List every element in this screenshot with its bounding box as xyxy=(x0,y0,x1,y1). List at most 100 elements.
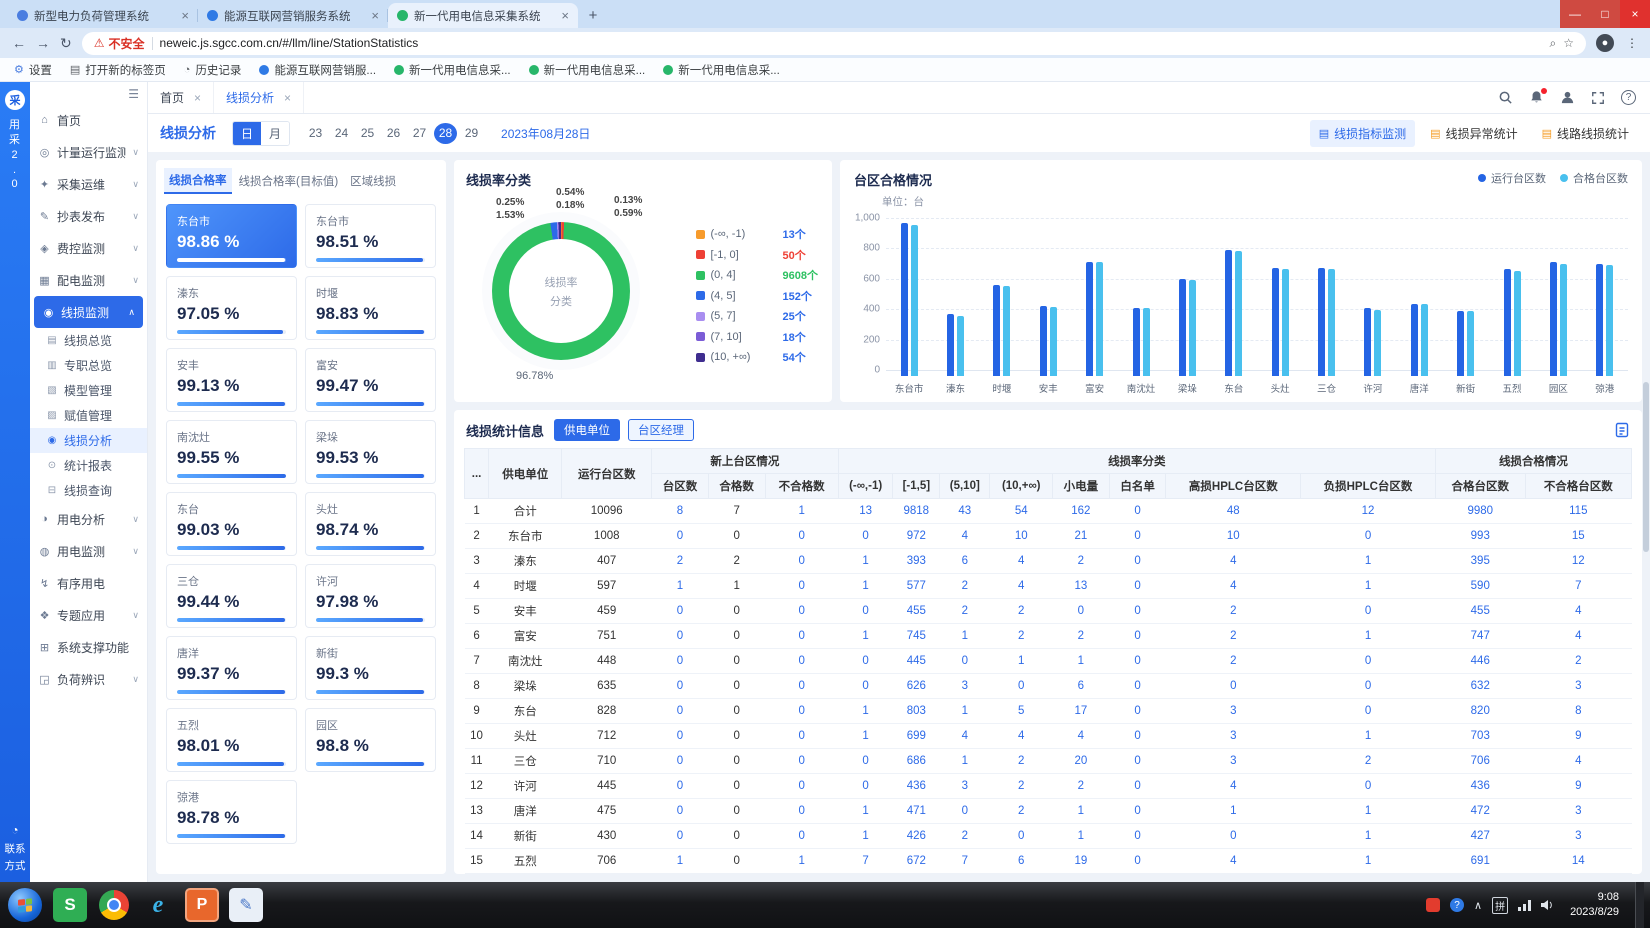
value-cell[interactable]: 2 xyxy=(990,799,1053,824)
value-cell[interactable]: 0 xyxy=(652,624,709,649)
sidebar-item[interactable]: ⌂首页 xyxy=(30,104,147,136)
value-cell[interactable]: 4 xyxy=(990,574,1053,599)
value-cell[interactable]: 993 xyxy=(1435,524,1525,549)
value-cell[interactable]: 4 xyxy=(990,549,1053,574)
value-cell[interactable]: 972 xyxy=(893,524,940,549)
value-cell[interactable]: 393 xyxy=(893,549,940,574)
value-cell[interactable]: 0 xyxy=(1109,874,1166,875)
value-cell[interactable]: 2 xyxy=(1166,649,1301,674)
value-cell[interactable]: 0 xyxy=(1166,674,1301,699)
value-cell[interactable]: 0 xyxy=(652,649,709,674)
date-option[interactable]: 28 xyxy=(434,123,457,144)
close-button[interactable]: × xyxy=(1620,0,1650,28)
value-cell[interactable]: 0 xyxy=(990,824,1053,849)
value-cell[interactable]: 4 xyxy=(1053,724,1110,749)
region-rate-card[interactable]: 时堰98.83 % xyxy=(305,276,436,340)
toolbar-stat-tab[interactable]: ▤线损异常统计 xyxy=(1421,120,1526,147)
value-cell[interactable]: 1 xyxy=(1301,824,1436,849)
sidebar-subitem[interactable]: ▤线损总览 xyxy=(30,328,147,353)
value-cell[interactable]: 455 xyxy=(893,599,940,624)
export-icon[interactable] xyxy=(1614,422,1630,438)
value-cell[interactable]: 9980 xyxy=(1435,499,1525,524)
date-option[interactable]: 29 xyxy=(460,123,483,144)
value-cell[interactable]: 4 xyxy=(990,724,1053,749)
value-cell[interactable]: 9 xyxy=(1525,724,1631,749)
value-cell[interactable]: 115 xyxy=(1525,499,1631,524)
browser-tab[interactable]: 能源互联网营销服务系统× xyxy=(198,3,388,28)
bar-group[interactable] xyxy=(1582,264,1628,376)
region-rate-card[interactable]: 唐洋99.37 % xyxy=(166,636,297,700)
value-cell[interactable]: 472 xyxy=(1435,799,1525,824)
value-cell[interactable]: 1 xyxy=(765,849,838,874)
value-cell[interactable]: 436 xyxy=(1435,774,1525,799)
value-cell[interactable]: 1 xyxy=(1301,799,1436,824)
tab-close-icon[interactable]: × xyxy=(371,8,379,23)
forward-icon[interactable]: → xyxy=(36,35,50,51)
value-cell[interactable]: 2 xyxy=(1053,624,1110,649)
date-option[interactable]: 23 xyxy=(304,123,327,144)
bar-group[interactable] xyxy=(1211,250,1257,376)
region-panel-tab[interactable]: 线损合格率(目标值) xyxy=(234,169,344,193)
legend-item[interactable]: (4, 5]152个 xyxy=(696,288,818,304)
value-cell[interactable]: 13 xyxy=(1053,574,1110,599)
bar-group[interactable] xyxy=(1257,268,1303,376)
value-cell[interactable]: 0 xyxy=(765,699,838,724)
value-cell[interactable]: 4 xyxy=(1166,574,1301,599)
taskbar-wps-icon[interactable]: S xyxy=(53,888,87,922)
taskbar-clock[interactable]: 9:08 2023/8/29 xyxy=(1564,890,1625,920)
value-cell[interactable]: 0 xyxy=(1109,799,1166,824)
sidebar-subitem[interactable]: ◉线损分析 xyxy=(30,428,147,453)
value-cell[interactable]: 1 xyxy=(652,574,709,599)
sidebar-subitem[interactable]: ▧模型管理 xyxy=(30,378,147,403)
value-cell[interactable]: 0 xyxy=(1109,624,1166,649)
value-cell[interactable]: 21 xyxy=(1053,524,1110,549)
value-cell[interactable]: 9 xyxy=(1525,874,1631,875)
value-cell[interactable]: 1 xyxy=(1301,724,1436,749)
value-cell[interactable]: 0 xyxy=(765,649,838,674)
page-scrollbar[interactable] xyxy=(1643,382,1649,552)
region-rate-card[interactable]: 南沈灶99.55 % xyxy=(166,420,297,484)
network-icon[interactable] xyxy=(1518,900,1531,911)
value-cell[interactable]: 2 xyxy=(1053,774,1110,799)
value-cell[interactable]: 7 xyxy=(838,849,893,874)
region-panel-tab[interactable]: 区域线损 xyxy=(345,169,401,193)
value-cell[interactable]: 0 xyxy=(1109,499,1166,524)
bookmark-item[interactable]: 新一代用电信息采... xyxy=(663,62,780,78)
sidebar-subitem[interactable]: ▨赋值管理 xyxy=(30,403,147,428)
value-cell[interactable]: 1 xyxy=(1301,624,1436,649)
value-cell[interactable]: 2 xyxy=(940,824,990,849)
value-cell[interactable]: 3 xyxy=(1166,724,1301,749)
bar-group[interactable] xyxy=(1072,262,1118,376)
region-rate-card[interactable]: 安丰99.13 % xyxy=(166,348,297,412)
value-cell[interactable]: 0 xyxy=(1109,824,1166,849)
value-cell[interactable]: 48 xyxy=(1166,499,1301,524)
value-cell[interactable]: 1 xyxy=(1166,799,1301,824)
legend-item[interactable]: 运行台区数 xyxy=(1478,170,1546,186)
region-rate-card[interactable]: 头灶98.74 % xyxy=(305,492,436,556)
value-cell[interactable]: 0 xyxy=(1053,599,1110,624)
value-cell[interactable]: 0 xyxy=(838,774,893,799)
value-cell[interactable]: 3 xyxy=(1166,749,1301,774)
value-cell[interactable]: 2 xyxy=(940,599,990,624)
value-cell[interactable]: 0 xyxy=(652,799,709,824)
value-cell[interactable]: 0 xyxy=(1301,674,1436,699)
value-cell[interactable]: 2 xyxy=(990,599,1053,624)
value-cell[interactable]: 0 xyxy=(940,799,990,824)
month-toggle[interactable]: 月 xyxy=(261,122,289,145)
value-cell[interactable]: 0 xyxy=(765,774,838,799)
value-cell[interactable]: 2 xyxy=(1166,624,1301,649)
value-cell[interactable]: 0 xyxy=(652,774,709,799)
region-rate-card[interactable]: 东台市98.86 % xyxy=(166,204,297,268)
value-cell[interactable]: 446 xyxy=(1435,649,1525,674)
value-cell[interactable]: 1 xyxy=(838,574,893,599)
value-cell[interactable]: 12 xyxy=(1525,549,1631,574)
value-cell[interactable]: 4 xyxy=(940,724,990,749)
value-cell[interactable]: 3 xyxy=(1525,674,1631,699)
value-cell[interactable]: 0 xyxy=(765,799,838,824)
region-rate-card[interactable]: 富安99.47 % xyxy=(305,348,436,412)
table-mode-toggle[interactable]: 台区经理 xyxy=(628,419,694,441)
value-cell[interactable]: 4 xyxy=(1166,549,1301,574)
value-cell[interactable]: 0 xyxy=(1109,599,1166,624)
value-cell[interactable]: 4 xyxy=(1166,774,1301,799)
value-cell[interactable]: 1 xyxy=(838,624,893,649)
